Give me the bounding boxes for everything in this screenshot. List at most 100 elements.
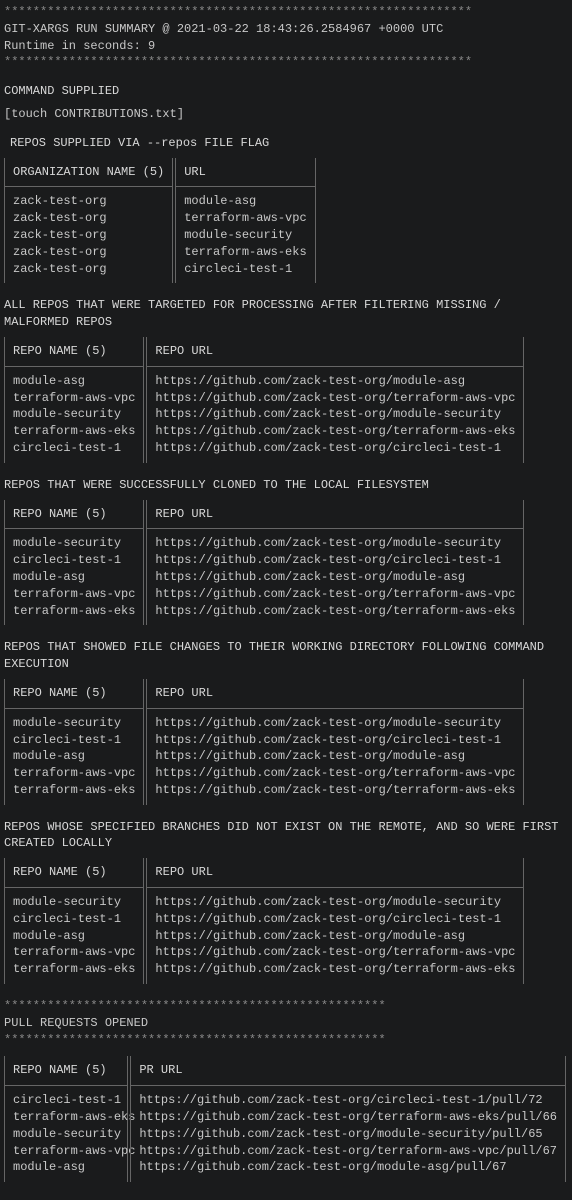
table-header: ORGANIZATION NAME (5) bbox=[5, 158, 172, 188]
table-row: zack-test-org bbox=[13, 244, 164, 261]
repos-supplied-table: ORGANIZATION NAME (5) zack-test-orgzack-… bbox=[4, 158, 568, 284]
table-col-body: module-securitycircleci-test-1module-asg… bbox=[5, 888, 143, 984]
command-supplied-value: [touch CONTRIBUTIONS.txt] bbox=[4, 106, 568, 123]
table-row: circleci-test-1 bbox=[184, 261, 306, 278]
table-row: terraform-aws-eks bbox=[13, 1109, 119, 1126]
table-header: REPO URL bbox=[147, 858, 523, 888]
table-row: https://github.com/zack-test-org/module-… bbox=[155, 406, 515, 423]
table-row: module-asg bbox=[13, 373, 135, 390]
table-row: zack-test-org bbox=[13, 210, 164, 227]
table-row: terraform-aws-vpc bbox=[13, 944, 135, 961]
table-row: module-security bbox=[13, 535, 135, 552]
divider-stars: ****************************************… bbox=[4, 4, 568, 21]
table-row: https://github.com/zack-test-org/module-… bbox=[155, 569, 515, 586]
table-header: REPO URL bbox=[147, 337, 523, 367]
table-row: https://github.com/zack-test-org/terrafo… bbox=[155, 961, 515, 978]
table-row: module-security bbox=[13, 1126, 119, 1143]
table-row: https://github.com/zack-test-org/module-… bbox=[155, 748, 515, 765]
table-row: https://github.com/zack-test-org/terrafo… bbox=[155, 423, 515, 440]
table-row: terraform-aws-vpc bbox=[13, 586, 135, 603]
table-row: https://github.com/zack-test-org/terrafo… bbox=[155, 944, 515, 961]
runtime-line: Runtime in seconds: 9 bbox=[4, 38, 568, 55]
table-col-body: https://github.com/zack-test-org/circlec… bbox=[131, 1086, 565, 1182]
table-row: https://github.com/zack-test-org/module-… bbox=[155, 894, 515, 911]
table-row: zack-test-org bbox=[13, 227, 164, 244]
table-row: module-asg bbox=[13, 748, 135, 765]
table-header: REPO NAME (5) bbox=[5, 337, 143, 367]
table-row: https://github.com/zack-test-org/terrafo… bbox=[155, 765, 515, 782]
branches-table: REPO NAME (5) module-securitycircleci-te… bbox=[4, 858, 568, 984]
table-row: https://github.com/zack-test-org/circlec… bbox=[155, 911, 515, 928]
table-row: https://github.com/zack-test-org/circlec… bbox=[155, 732, 515, 749]
table-col-body: https://github.com/zack-test-org/module-… bbox=[147, 888, 523, 984]
table-row: circleci-test-1 bbox=[13, 911, 135, 928]
table-col-body: module-asgterraform-aws-vpcmodule-securi… bbox=[176, 187, 314, 283]
divider-stars: ****************************************… bbox=[4, 1032, 568, 1049]
table-row: terraform-aws-eks bbox=[13, 603, 135, 620]
table-header: REPO URL bbox=[147, 679, 523, 709]
run-summary-header: GIT-XARGS RUN SUMMARY @ 2021-03-22 18:43… bbox=[4, 21, 568, 38]
command-supplied-title: COMMAND SUPPLIED bbox=[4, 83, 568, 100]
divider-stars: ****************************************… bbox=[4, 998, 568, 1015]
table-col-body: module-asgterraform-aws-vpcmodule-securi… bbox=[5, 367, 143, 463]
table-row: https://github.com/zack-test-org/module-… bbox=[139, 1126, 557, 1143]
table-row: terraform-aws-vpc bbox=[13, 390, 135, 407]
prs-opened-title: PULL REQUESTS OPENED bbox=[4, 1015, 568, 1032]
table-row: https://github.com/zack-test-org/module-… bbox=[155, 535, 515, 552]
table-row: module-security bbox=[13, 715, 135, 732]
table-row: https://github.com/zack-test-org/terrafo… bbox=[155, 390, 515, 407]
table-row: terraform-aws-eks bbox=[13, 423, 135, 440]
table-row: terraform-aws-eks bbox=[13, 961, 135, 978]
branches-title: REPOS WHOSE SPECIFIED BRANCHES DID NOT E… bbox=[4, 819, 568, 853]
table-row: terraform-aws-eks bbox=[184, 244, 306, 261]
table-row: circleci-test-1 bbox=[13, 732, 135, 749]
table-row: module-security bbox=[13, 406, 135, 423]
terminal-output: ****************************************… bbox=[4, 4, 568, 1182]
table-row: circleci-test-1 bbox=[13, 552, 135, 569]
divider-stars: ****************************************… bbox=[4, 54, 568, 71]
table-row: circleci-test-1 bbox=[13, 440, 135, 457]
table-row: https://github.com/zack-test-org/circlec… bbox=[155, 552, 515, 569]
table-col-body: https://github.com/zack-test-org/module-… bbox=[147, 529, 523, 625]
table-row: module-security bbox=[13, 894, 135, 911]
table-row: terraform-aws-vpc bbox=[13, 765, 135, 782]
table-row: terraform-aws-vpc bbox=[184, 210, 306, 227]
table-row: zack-test-org bbox=[13, 193, 164, 210]
table-row: zack-test-org bbox=[13, 261, 164, 278]
table-row: https://github.com/zack-test-org/terrafo… bbox=[139, 1109, 557, 1126]
table-header: REPO URL bbox=[147, 500, 523, 530]
table-row: https://github.com/zack-test-org/module-… bbox=[155, 715, 515, 732]
table-row: module-asg bbox=[13, 928, 135, 945]
table-row: module-asg bbox=[13, 1159, 119, 1176]
table-row: terraform-aws-eks bbox=[13, 782, 135, 799]
table-header: REPO NAME (5) bbox=[5, 858, 143, 888]
targeted-table: REPO NAME (5) module-asgterraform-aws-vp… bbox=[4, 337, 568, 463]
table-row: https://github.com/zack-test-org/circlec… bbox=[155, 440, 515, 457]
changes-title: REPOS THAT SHOWED FILE CHANGES TO THEIR … bbox=[4, 639, 568, 673]
table-row: https://github.com/zack-test-org/circlec… bbox=[139, 1092, 557, 1109]
targeted-title: ALL REPOS THAT WERE TARGETED FOR PROCESS… bbox=[4, 297, 568, 331]
table-row: https://github.com/zack-test-org/terrafo… bbox=[155, 782, 515, 799]
cloned-table: REPO NAME (5) module-securitycircleci-te… bbox=[4, 500, 568, 626]
table-row: https://github.com/zack-test-org/module-… bbox=[155, 373, 515, 390]
changes-table: REPO NAME (5) module-securitycircleci-te… bbox=[4, 679, 568, 805]
repos-supplied-title: REPOS SUPPLIED VIA --repos FILE FLAG bbox=[4, 135, 568, 152]
table-col-body: module-securitycircleci-test-1module-asg… bbox=[5, 709, 143, 805]
table-header: REPO NAME (5) bbox=[5, 1056, 127, 1086]
cloned-title: REPOS THAT WERE SUCCESSFULLY CLONED TO T… bbox=[4, 477, 568, 494]
table-row: terraform-aws-vpc bbox=[13, 1143, 119, 1160]
table-col-body: https://github.com/zack-test-org/module-… bbox=[147, 367, 523, 463]
table-row: module-security bbox=[184, 227, 306, 244]
table-header: REPO NAME (5) bbox=[5, 500, 143, 530]
prs-table: REPO NAME (5) circleci-test-1terraform-a… bbox=[4, 1056, 568, 1182]
table-col-body: module-securitycircleci-test-1module-asg… bbox=[5, 529, 143, 625]
table-row: https://github.com/zack-test-org/module-… bbox=[139, 1159, 557, 1176]
table-row: module-asg bbox=[13, 569, 135, 586]
table-row: https://github.com/zack-test-org/terrafo… bbox=[155, 603, 515, 620]
table-col-body: https://github.com/zack-test-org/module-… bbox=[147, 709, 523, 805]
table-header: REPO NAME (5) bbox=[5, 679, 143, 709]
table-row: circleci-test-1 bbox=[13, 1092, 119, 1109]
table-row: https://github.com/zack-test-org/terrafo… bbox=[155, 586, 515, 603]
table-row: https://github.com/zack-test-org/terrafo… bbox=[139, 1143, 557, 1160]
table-row: module-asg bbox=[184, 193, 306, 210]
